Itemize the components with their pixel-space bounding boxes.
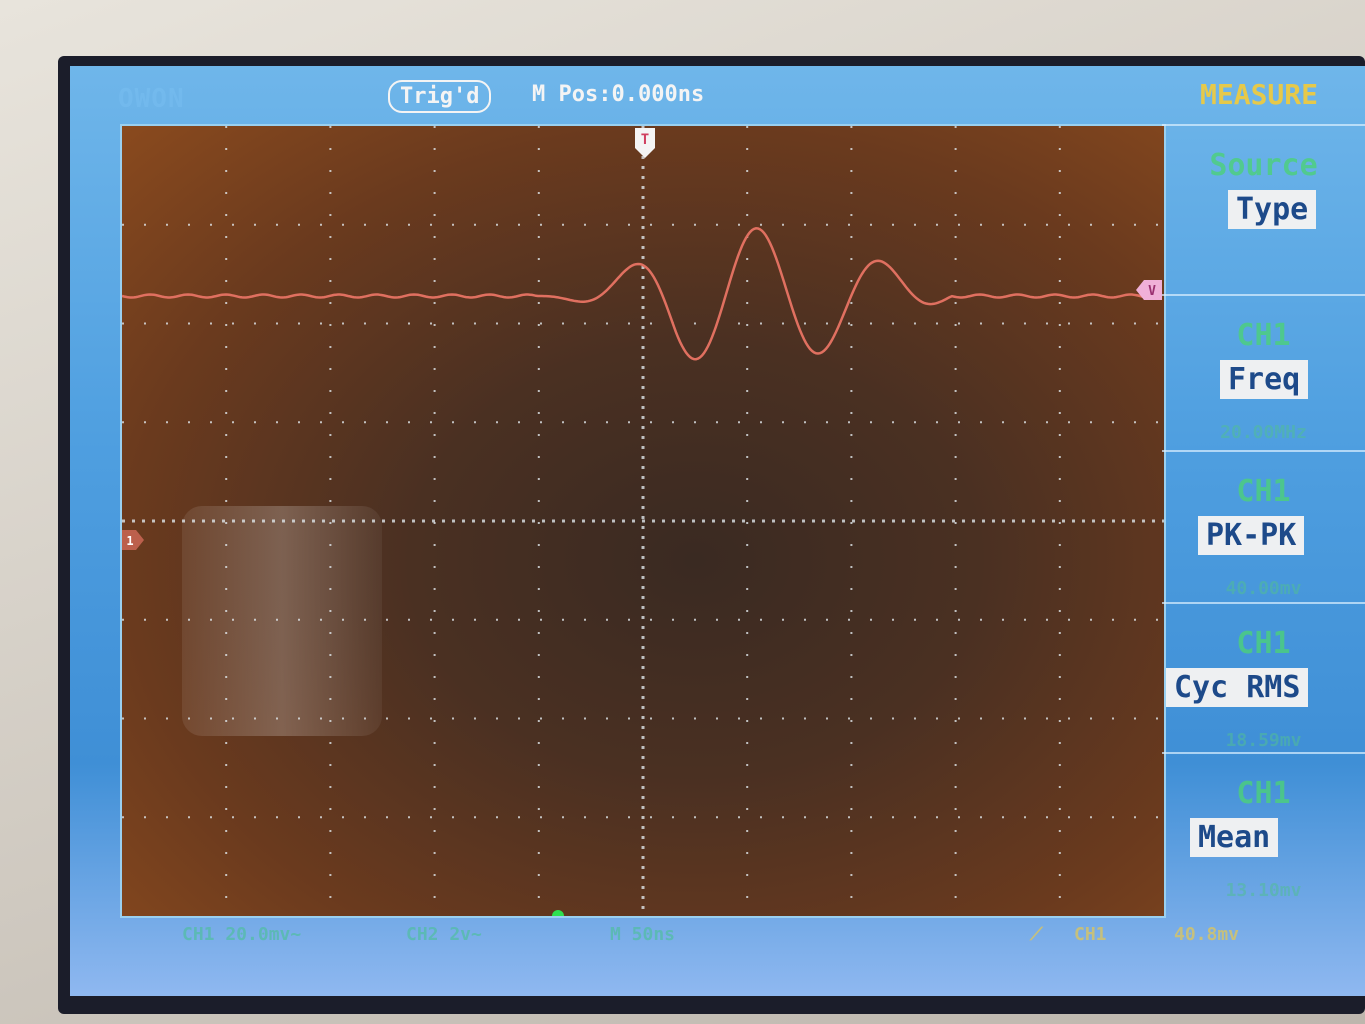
menu-item-label: Cyc RMS	[1166, 668, 1309, 707]
menu-item-label: Type	[1228, 190, 1317, 229]
menu-item-mean[interactable]: CH1 Mean 13.10mv	[1162, 752, 1365, 904]
top-bar: OWON Trig'd M Pos:0.000ns MEASURE	[70, 66, 1365, 122]
trigger-level-readout: 40.8mv	[1174, 924, 1240, 945]
trigger-marker-label: T	[641, 132, 649, 148]
graticule-grid	[122, 126, 1164, 916]
menu-item-head: CH1	[1236, 474, 1291, 509]
ch1-ground-marker-icon: 1	[122, 530, 144, 550]
ch1-waveform-trace	[122, 227, 1153, 361]
status-bar: CH1 20.0mv~ CH2 2v~ M 50ns ⟋ CH1 40.8mv	[70, 916, 1365, 966]
ch1-scale-readout: CH1 20.0mv~	[182, 924, 302, 945]
waveform-display: T V 1	[120, 124, 1166, 918]
menu-item-value: 13.10mv	[1225, 880, 1302, 901]
menu-item-head: CH1	[1236, 626, 1291, 661]
timebase-readout: M 50ns	[610, 924, 676, 945]
menu-item-label: PK-PK	[1198, 516, 1305, 555]
ch2-scale-readout: CH2 2v~	[406, 924, 482, 945]
ch1-marker-label: 1	[126, 534, 133, 548]
trigger-position-marker-icon: T	[635, 128, 655, 158]
waveform-svg: T V 1	[122, 126, 1164, 916]
menu-item-head: CH1	[1236, 776, 1291, 811]
menu-item-head: CH1	[1236, 318, 1291, 353]
menu-item-value: 20.00MHz	[1220, 422, 1307, 443]
menu-item-label: Freq	[1220, 360, 1309, 399]
menu-item-source-type[interactable]: Source Type	[1162, 124, 1365, 276]
menu-item-value: 40.00mv	[1225, 578, 1302, 599]
trigger-source-readout: CH1	[1074, 924, 1107, 945]
menu-item-value: 18.59mv	[1225, 730, 1302, 751]
menu-item-cyc-rms[interactable]: CH1 Cyc RMS 18.59mv	[1162, 602, 1365, 754]
oscilloscope-screen: OWON Trig'd M Pos:0.000ns MEASURE T V 1	[70, 66, 1365, 996]
trigger-edge-icon: ⟋	[1030, 924, 1043, 945]
trigger-status-badge: Trig'd	[388, 80, 492, 113]
horizontal-position-readout: M Pos:0.000ns	[532, 82, 705, 107]
measure-menu-title: MEASURE	[1200, 78, 1319, 111]
brand-logo: OWON	[118, 84, 185, 114]
menu-item-head: Source	[1209, 148, 1318, 183]
level-marker-label: V	[1148, 284, 1156, 299]
menu-item-pk-pk[interactable]: CH1 PK-PK 40.00mv	[1162, 450, 1365, 602]
menu-item-freq[interactable]: CH1 Freq 20.00MHz	[1162, 294, 1365, 446]
menu-item-label: Mean	[1190, 818, 1279, 857]
measure-side-menu: Source Type CH1 Freq 20.00MHz CH1 PK-PK …	[1162, 124, 1365, 914]
